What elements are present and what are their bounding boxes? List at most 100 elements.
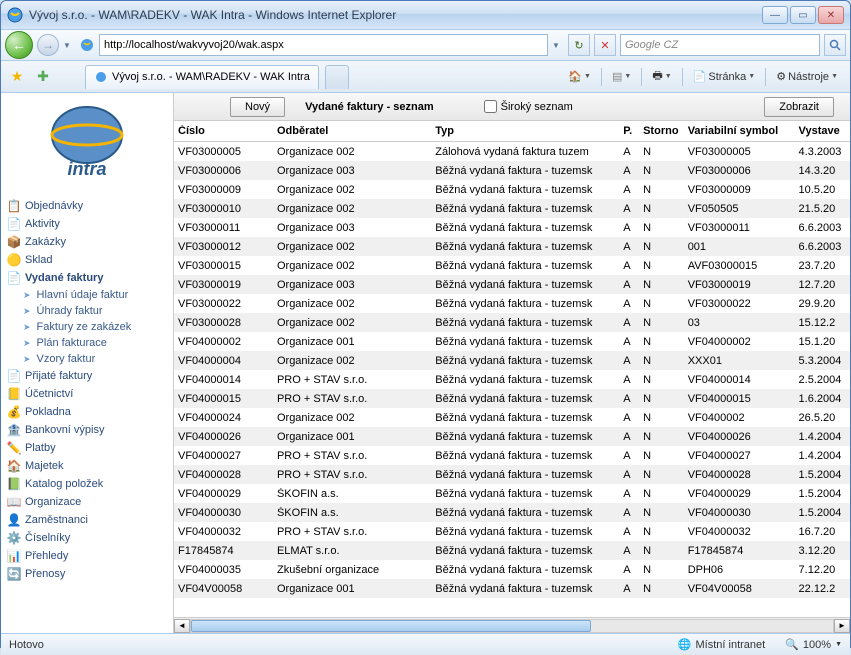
browser-tab[interactable]: Vývoj s.r.o. - WAM\RADEKV - WAK Intra [85,65,319,89]
close-button[interactable]: ✕ [818,6,844,24]
favorites-icon[interactable]: ★ [7,67,27,87]
nav-history-dropdown-icon[interactable]: ▼ [63,41,75,50]
search-button[interactable] [824,34,846,56]
refresh-button[interactable]: ↻ [568,34,590,56]
table-row[interactable]: VF04000028PRO + STAV s.r.o.Běžná vydaná … [174,465,850,484]
cell-cislo: F17845874 [174,545,273,557]
back-button[interactable]: ← [5,31,33,59]
sidebar-item[interactable]: 📗Katalog položek [1,475,173,493]
zoom-control[interactable]: 🔍 100% ▼ [785,638,842,651]
print-button[interactable]: 🖶▼ [646,66,677,88]
page-icon [79,37,95,53]
stop-button[interactable]: ✕ [594,34,616,56]
table-row[interactable]: VF04000030ŠKOFIN a.s.Běžná vydaná faktur… [174,503,850,522]
home-button[interactable]: 🏠▼ [562,66,597,88]
horizontal-scrollbar[interactable]: ◄ ► [174,617,850,633]
table-row[interactable]: VF04000035Zkušební organizaceBěžná vydan… [174,560,850,579]
sidebar-subitem[interactable]: ➤Hlavní údaje faktur [1,287,173,303]
table-row[interactable]: VF03000011Organizace 003Běžná vydaná fak… [174,218,850,237]
sidebar-item[interactable]: 🟡Sklad [1,251,173,269]
col-storno[interactable]: Storno [639,125,684,137]
sidebar-subitem[interactable]: ➤Faktury ze zakázek [1,319,173,335]
table-row[interactable]: VF03000009Organizace 002Běžná vydaná fak… [174,180,850,199]
sidebar-item[interactable]: ⚙️Číselníky [1,529,173,547]
table-row[interactable]: VF04000015PRO + STAV s.r.o.Běžná vydaná … [174,389,850,408]
sidebar-item[interactable]: 🏠Majetek [1,457,173,475]
sidebar-subitem[interactable]: ➤Vzory faktur [1,351,173,367]
address-input[interactable] [99,34,548,56]
nav-label: Zaměstnanci [25,514,88,526]
scroll-thumb[interactable] [191,620,591,632]
cell-varsym: AVF03000015 [684,260,795,272]
col-odberatel[interactable]: Odběratel [273,125,431,137]
sidebar-item[interactable]: 📄Přijaté faktury [1,367,173,385]
col-p[interactable]: P. [619,125,639,137]
sidebar-item[interactable]: 📋Objednávky [1,197,173,215]
cell-storno: N [639,355,684,367]
maximize-button[interactable]: ▭ [790,6,816,24]
sidebar-item[interactable]: 💰Pokladna [1,403,173,421]
table-row[interactable]: VF04000029ŠKOFIN a.s.Běžná vydaná faktur… [174,484,850,503]
cell-cislo: VF03000015 [174,260,273,272]
table-row[interactable]: VF03000022Organizace 002Běžná vydaná fak… [174,294,850,313]
sidebar-item[interactable]: 📒Účetnictví [1,385,173,403]
address-dropdown-icon[interactable]: ▼ [552,41,564,50]
nav-icon: 📒 [7,387,21,401]
scroll-left-button[interactable]: ◄ [174,619,190,633]
scroll-track[interactable] [190,619,834,633]
table-row[interactable]: VF04000027PRO + STAV s.r.o.Běžná vydaná … [174,446,850,465]
table-row[interactable]: VF03000012Organizace 002Běžná vydaná fak… [174,237,850,256]
col-varsym[interactable]: Variabilní symbol [684,125,795,137]
sidebar-item[interactable]: 📖Organizace [1,493,173,511]
table-row[interactable]: VF03000028Organizace 002Běžná vydaná fak… [174,313,850,332]
cell-p: A [619,393,639,405]
nav-label: Pokladna [25,406,71,418]
sidebar-item[interactable]: 📦Zakázky [1,233,173,251]
table-row[interactable]: VF03000006Organizace 003Běžná vydaná fak… [174,161,850,180]
table-row[interactable]: VF04000004Organizace 002Běžná vydaná fak… [174,351,850,370]
add-favorites-icon[interactable]: ✚ [33,67,53,87]
new-button[interactable]: Nový [230,97,285,117]
feeds-button[interactable]: ▤▼ [606,66,637,88]
search-input[interactable] [620,34,820,56]
sidebar-item[interactable]: ✏️Platby [1,439,173,457]
sidebar-item[interactable]: 📄Aktivity [1,215,173,233]
cell-varsym: VF04V00058 [684,583,795,595]
forward-button[interactable]: → [37,34,59,56]
page-menu[interactable]: 📄Stránka▼ [687,66,762,88]
scroll-right-button[interactable]: ► [834,619,850,633]
table-row[interactable]: VF04000032PRO + STAV s.r.o.Běžná vydaná … [174,522,850,541]
col-cislo[interactable]: Číslo [174,125,273,137]
new-tab-button[interactable] [325,65,349,89]
table-row[interactable]: VF03000010Organizace 002Běžná vydaná fak… [174,199,850,218]
sidebar-item[interactable]: 👤Zaměstnanci [1,511,173,529]
table-row[interactable]: VF04000024Organizace 002Běžná vydaná fak… [174,408,850,427]
titlebar: Vývoj s.r.o. - WAM\RADEKV - WAK Intra - … [1,1,850,29]
col-typ[interactable]: Typ [431,125,619,137]
table-row[interactable]: VF03000005Organizace 002Zálohová vydaná … [174,142,850,161]
table-row[interactable]: F17845874ELMAT s.r.o.Běžná vydaná faktur… [174,541,850,560]
wide-checkbox-input[interactable] [484,100,497,113]
table-row[interactable]: VF04000002Organizace 001Běžná vydaná fak… [174,332,850,351]
show-button[interactable]: Zobrazit [764,97,834,117]
table-row[interactable]: VF04V00058Organizace 001Běžná vydaná fak… [174,579,850,598]
security-zone[interactable]: 🌐 Místní intranet [678,638,765,651]
arrow-icon: ➤ [23,338,31,349]
table-row[interactable]: VF03000015Organizace 002Běžná vydaná fak… [174,256,850,275]
col-vystaveno[interactable]: Vystave [795,125,850,137]
table-row[interactable]: VF04000026Organizace 001Běžná vydaná fak… [174,427,850,446]
sidebar-item[interactable]: 📊Přehledy [1,547,173,565]
wide-list-checkbox[interactable]: Široký seznam [484,100,573,113]
sidebar-subitem[interactable]: ➤Úhrady faktur [1,303,173,319]
minimize-button[interactable]: — [762,6,788,24]
table-row[interactable]: VF04000014PRO + STAV s.r.o.Běžná vydaná … [174,370,850,389]
sidebar-item[interactable]: 🔄Přenosy [1,565,173,583]
table-row[interactable]: VF03000019Organizace 003Běžná vydaná fak… [174,275,850,294]
sidebar-item[interactable]: 📄Vydané faktury [1,269,173,287]
sidebar-item[interactable]: 🏦Bankovní výpisy [1,421,173,439]
sidebar-subitem[interactable]: ➤Plán fakturace [1,335,173,351]
cell-varsym: 03 [684,317,795,329]
tools-menu[interactable]: ⚙Nástroje▼ [770,66,844,88]
cell-odberatel: Organizace 002 [273,241,431,253]
cell-typ: Běžná vydaná faktura - tuzemsk [431,203,619,215]
